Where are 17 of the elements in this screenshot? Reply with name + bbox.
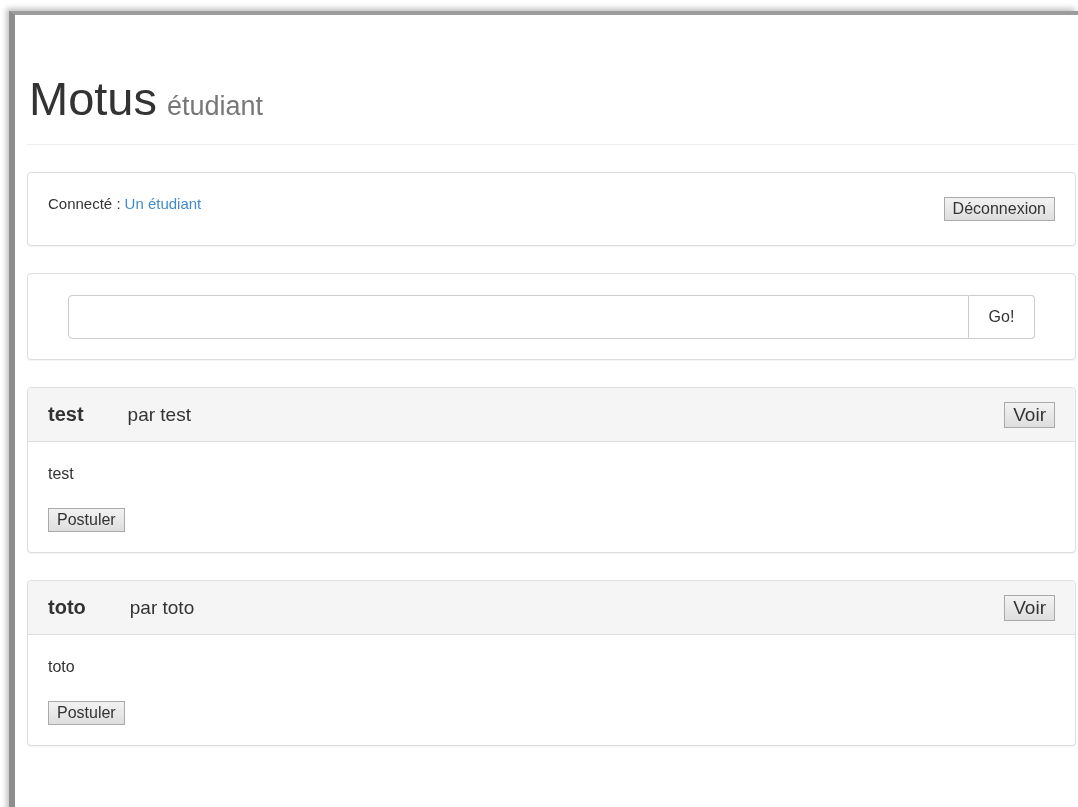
apply-button[interactable]: Postuler (48, 701, 125, 725)
offer-author: par toto (129, 596, 196, 619)
offer-description: toto (48, 658, 76, 676)
search-field[interactable] (68, 295, 969, 339)
offer-author: par test (127, 403, 192, 426)
apply-button[interactable]: Postuler (48, 508, 125, 532)
page-subtitle: étudiant (167, 91, 264, 122)
user-link[interactable]: Un étudiant (124, 195, 202, 212)
view-button[interactable]: Voir (1004, 401, 1055, 428)
offer-title: toto (48, 596, 86, 619)
offer-title: test (48, 403, 84, 426)
view-button[interactable]: Voir (1004, 594, 1055, 621)
go-button[interactable]: Go! (969, 295, 1035, 339)
offer-description: test (48, 465, 75, 483)
logout-button[interactable]: Déconnexion (943, 197, 1055, 221)
page-title: Motus (29, 71, 157, 126)
session-label: Connecté : (48, 195, 121, 212)
